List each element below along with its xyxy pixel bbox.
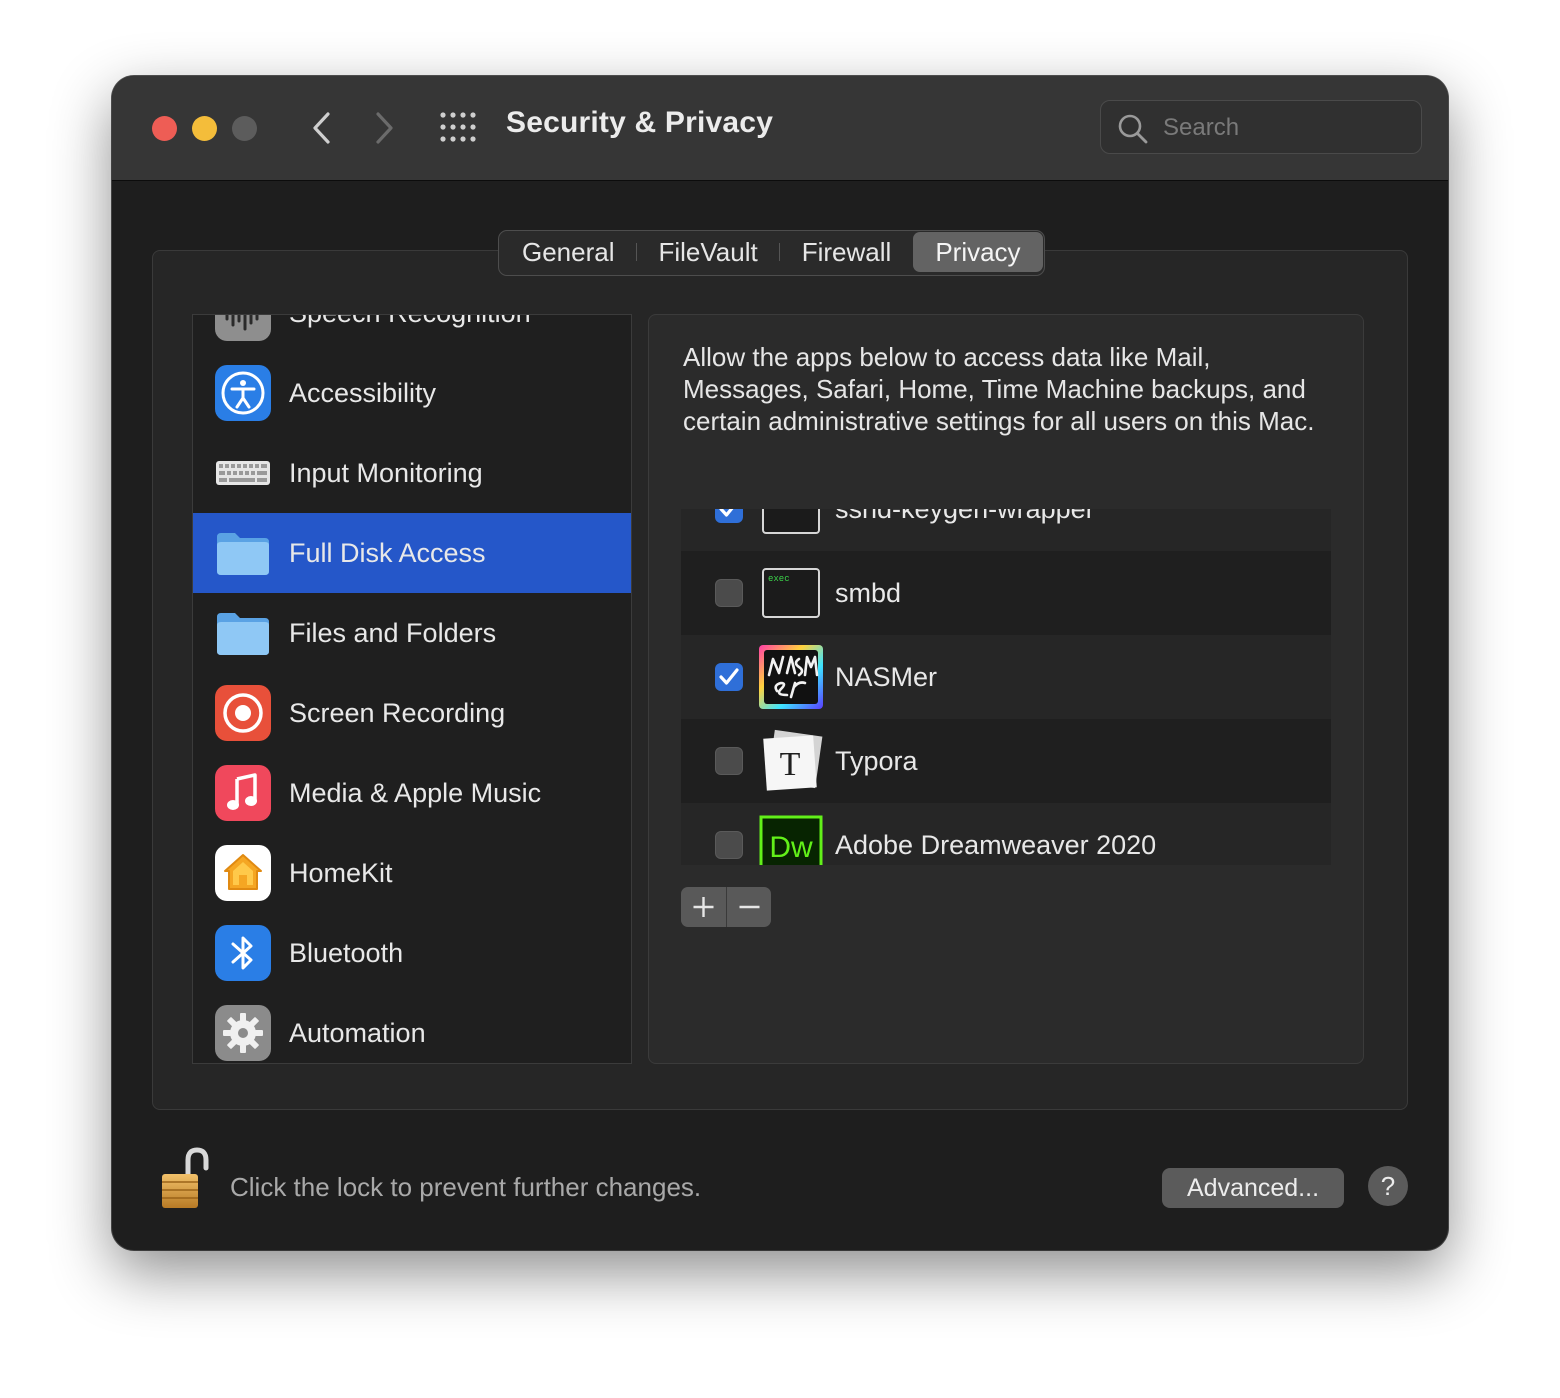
close-button[interactable] bbox=[152, 116, 177, 141]
app-name: Typora bbox=[835, 746, 918, 776]
lock-button[interactable] bbox=[158, 1146, 212, 1210]
app-row-typora[interactable]: T Typora bbox=[681, 719, 1331, 803]
sidebar-item-input-monitoring[interactable]: Input Monitoring bbox=[193, 433, 631, 513]
app-name: Adobe Dreamweaver 2020 bbox=[835, 830, 1157, 860]
dreamweaver-app-icon: Dw bbox=[759, 815, 823, 865]
exec-label: exec bbox=[768, 574, 790, 584]
app-row-sshd-keygen-wrapper[interactable]: sshd-keygen-wrapper bbox=[681, 509, 1331, 551]
full-disk-access-pane: Allow the apps below to access data like… bbox=[648, 314, 1364, 1064]
sidebar-item-label: Files and Folders bbox=[289, 618, 497, 648]
advanced-button[interactable]: Advanced... bbox=[1162, 1168, 1344, 1208]
grid-icon bbox=[440, 112, 476, 142]
search-field[interactable] bbox=[1100, 100, 1422, 154]
tab-bar: General FileVault Firewall Privacy bbox=[498, 230, 1045, 276]
show-all-button[interactable] bbox=[440, 112, 476, 142]
dreamweaver-letters: Dw bbox=[769, 831, 813, 864]
accessibility-icon bbox=[215, 365, 271, 421]
sidebar-item-accessibility[interactable]: Accessibility bbox=[193, 353, 631, 433]
app-row-adobe-dreamweaver[interactable]: Dw Adobe Dreamweaver 2020 bbox=[681, 803, 1331, 865]
app-checkbox[interactable] bbox=[715, 663, 743, 691]
waveform-icon bbox=[215, 315, 271, 341]
screen-recording-icon bbox=[215, 685, 271, 741]
checkmark-icon bbox=[719, 668, 739, 685]
sidebar-item-media-apple-music[interactable]: Media & Apple Music bbox=[193, 753, 631, 833]
unlocked-padlock-icon bbox=[162, 1147, 209, 1208]
tab-general[interactable]: General bbox=[500, 232, 637, 272]
sidebar-item-label: Media & Apple Music bbox=[289, 778, 542, 808]
search-input[interactable] bbox=[1161, 111, 1405, 145]
sidebar-item-speech-recognition[interactable]: Speech Recognition bbox=[193, 315, 631, 353]
sidebar-item-homekit[interactable]: HomeKit bbox=[193, 833, 631, 913]
bluetooth-icon bbox=[215, 925, 271, 981]
app-name: sshd-keygen-wrapper bbox=[835, 509, 1095, 524]
sidebar-item-full-disk-access[interactable]: Full Disk Access bbox=[193, 513, 631, 593]
sidebar-item-screen-recording[interactable]: Screen Recording bbox=[193, 673, 631, 753]
typora-letter: T bbox=[780, 746, 801, 783]
sidebar-item-bluetooth[interactable]: Bluetooth bbox=[193, 913, 631, 993]
app-name: NASMer bbox=[835, 662, 938, 692]
chevron-right-icon bbox=[376, 112, 393, 144]
tab-privacy[interactable]: Privacy bbox=[913, 232, 1043, 272]
typora-app-icon: T bbox=[763, 729, 823, 791]
sidebar-item-label: HomeKit bbox=[289, 858, 393, 888]
exec-terminal-icon: exec bbox=[762, 568, 820, 618]
folder-icon bbox=[217, 533, 269, 575]
app-list[interactable]: sshd-keygen-wrapper exec smbd NASMer T T… bbox=[681, 509, 1331, 865]
sidebar-item-label: Input Monitoring bbox=[289, 458, 483, 488]
privacy-category-list[interactable]: Speech Recognition Accessibility Input M… bbox=[192, 314, 632, 1064]
folder-icon bbox=[217, 613, 269, 655]
remove-app-button[interactable] bbox=[727, 887, 771, 927]
minimize-button[interactable] bbox=[192, 116, 217, 141]
description-text: Allow the apps below to access data like… bbox=[683, 342, 1315, 436]
plus-icon bbox=[693, 897, 714, 917]
music-note-icon bbox=[215, 765, 271, 821]
sidebar-item-label: Screen Recording bbox=[289, 698, 506, 728]
add-remove-control bbox=[681, 887, 771, 927]
help-button[interactable]: ? bbox=[1368, 1166, 1408, 1206]
tab-firewall[interactable]: Firewall bbox=[780, 232, 914, 272]
checkmark-icon bbox=[719, 509, 734, 517]
sidebar-item-label: Accessibility bbox=[289, 378, 437, 408]
add-app-button[interactable] bbox=[681, 887, 727, 927]
sidebar-item-files-and-folders[interactable]: Files and Folders bbox=[193, 593, 631, 673]
app-checkbox[interactable] bbox=[715, 509, 743, 523]
back-button[interactable] bbox=[304, 108, 340, 148]
app-checkbox[interactable] bbox=[715, 747, 743, 775]
forward-button[interactable] bbox=[366, 108, 402, 148]
app-checkbox[interactable] bbox=[715, 831, 743, 859]
sidebar-item-label: Speech Recognition bbox=[289, 315, 531, 353]
sidebar-item-label: Full Disk Access bbox=[289, 538, 486, 568]
home-icon bbox=[215, 845, 271, 901]
gear-icon bbox=[215, 1005, 271, 1061]
minus-icon bbox=[739, 905, 760, 909]
app-checkbox[interactable] bbox=[715, 579, 743, 607]
sidebar-item-label: Bluetooth bbox=[289, 938, 404, 968]
sidebar-item-automation[interactable]: Automation bbox=[193, 993, 631, 1063]
app-name: smbd bbox=[835, 578, 902, 608]
lock-status-text: Click the lock to prevent further change… bbox=[230, 1172, 702, 1202]
nasmer-app-icon bbox=[759, 645, 823, 709]
search-icon bbox=[1118, 114, 1148, 144]
tab-filevault[interactable]: FileVault bbox=[637, 232, 780, 272]
title-bar: Security & Privacy bbox=[112, 76, 1448, 181]
sidebar-item-label: Automation bbox=[289, 1018, 426, 1048]
keyboard-icon bbox=[216, 461, 270, 485]
window-title: Security & Privacy bbox=[506, 106, 774, 139]
zoom-button[interactable] bbox=[232, 116, 257, 141]
security-privacy-window: Security & Privacy General FileVault Fir… bbox=[112, 76, 1448, 1250]
app-row-smbd[interactable]: exec smbd bbox=[681, 551, 1331, 635]
chevron-left-icon bbox=[313, 112, 330, 144]
terminal-icon bbox=[762, 509, 820, 534]
app-row-nasmer[interactable]: NASMer bbox=[681, 635, 1331, 719]
